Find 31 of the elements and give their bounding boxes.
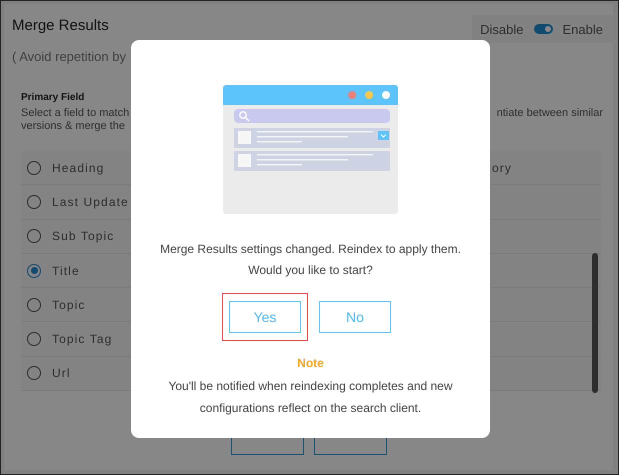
section-title: Primary Field xyxy=(21,92,86,103)
field-label: Url xyxy=(52,366,71,380)
toggle-label: Disable xyxy=(480,22,524,36)
radio-button[interactable] xyxy=(27,229,41,244)
field-label: Topic xyxy=(52,298,86,312)
radio-button[interactable] xyxy=(27,332,41,346)
radio-button[interactable] xyxy=(27,194,41,209)
description-text: versions & merge the xyxy=(21,120,126,133)
field-label: Heading xyxy=(52,160,104,175)
subtitle: ( Avoid repetition by xyxy=(12,49,127,64)
toggle-label: Enable xyxy=(562,22,603,36)
dialog-button[interactable]: Yes xyxy=(229,301,301,333)
dialog-button[interactable]: No xyxy=(319,301,391,333)
dialog-message: Would you like to start? xyxy=(247,262,374,279)
note-text: You'll be notified when reindexing completes and new configurations reflect on the search client. xyxy=(167,378,454,417)
description-text: Select a field to match xyxy=(21,107,130,120)
field-label: Title xyxy=(52,264,80,278)
field-label: Last Update xyxy=(52,194,129,209)
note-title: Note xyxy=(297,356,324,370)
field-label: Topic Tag xyxy=(52,332,112,346)
dialog-message: Merge Results settings changed. Reindex to apply them. xyxy=(160,241,461,258)
field-label: ory xyxy=(492,160,513,175)
page-title: Merge Results xyxy=(12,16,109,36)
radio-button[interactable] xyxy=(27,298,41,312)
field-label: Sub Topic xyxy=(52,229,114,244)
radio-button[interactable] xyxy=(27,160,41,175)
scrollbar[interactable] xyxy=(592,253,598,393)
radio-button[interactable] xyxy=(27,366,41,380)
toggle-switch[interactable] xyxy=(534,24,553,34)
description-text: ntiate between similar xyxy=(496,107,603,121)
radio-button[interactable] xyxy=(27,264,41,278)
